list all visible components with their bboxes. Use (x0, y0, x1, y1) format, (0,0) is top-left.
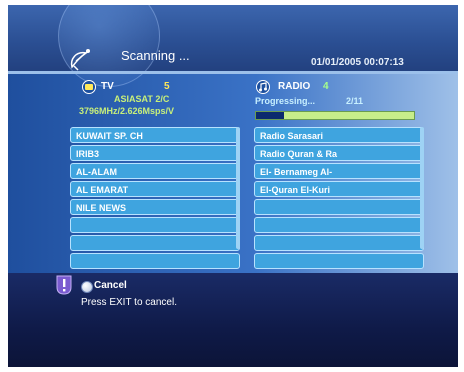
progress-bar (255, 111, 415, 120)
radio-section-label: RADIO (278, 81, 311, 92)
datetime-display: 01/01/2005 00:07:13 (311, 57, 404, 68)
scan-screen: Scanning ... 01/01/2005 00:07:13 TV 5 AS… (8, 5, 458, 367)
list-item[interactable]: KUWAIT SP. CH (70, 127, 240, 143)
header-divider (8, 71, 458, 74)
cancel-button[interactable]: Cancel (94, 280, 127, 291)
progress-value: 2/11 (346, 96, 364, 106)
list-item[interactable] (254, 253, 424, 269)
list-item[interactable] (70, 217, 240, 233)
list-item[interactable] (254, 199, 424, 215)
satellite-dish-icon (70, 49, 90, 71)
tv-count: 5 (164, 81, 170, 92)
list-item[interactable]: El- Bernameg Al- (254, 163, 424, 179)
list-item[interactable]: AL-ALAM (70, 163, 240, 179)
frequency-info: 3796MHz/2.626Msps/V (79, 106, 175, 116)
footer-background (8, 273, 458, 367)
tv-section-label: TV (101, 81, 114, 92)
list-item[interactable]: Radio Sarasari (254, 127, 424, 143)
list-item[interactable]: El-Quran El-Kuri (254, 181, 424, 197)
list-item[interactable]: IRIB3 (70, 145, 240, 161)
list-item[interactable] (70, 235, 240, 251)
radio-note-icon (256, 80, 270, 94)
tv-list-scrollbar[interactable] (236, 127, 240, 249)
list-item[interactable] (70, 253, 240, 269)
list-item[interactable]: Radio Quran & Ra (254, 145, 424, 161)
exclamation-icon (56, 275, 72, 295)
list-item[interactable]: NILE NEWS (70, 199, 240, 215)
list-item[interactable]: AL EMARAT (70, 181, 240, 197)
page-title: Scanning ... (121, 48, 190, 63)
progress-label: Progressing... (255, 96, 316, 106)
radio-count: 4 (323, 81, 329, 92)
satellite-name: ASIASAT 2/C (114, 94, 170, 104)
exit-hint: Press EXIT to cancel. (81, 297, 177, 308)
cancel-button-icon[interactable] (81, 281, 93, 293)
radio-list-scrollbar[interactable] (420, 127, 424, 249)
radio-channel-list: Radio Sarasari Radio Quran & Ra El- Bern… (254, 127, 424, 271)
list-item[interactable] (254, 217, 424, 233)
list-item[interactable] (254, 235, 424, 251)
tv-icon (82, 80, 96, 94)
progress-bar-fill (256, 112, 285, 119)
tv-channel-list: KUWAIT SP. CH IRIB3 AL-ALAM AL EMARAT NI… (70, 127, 240, 271)
